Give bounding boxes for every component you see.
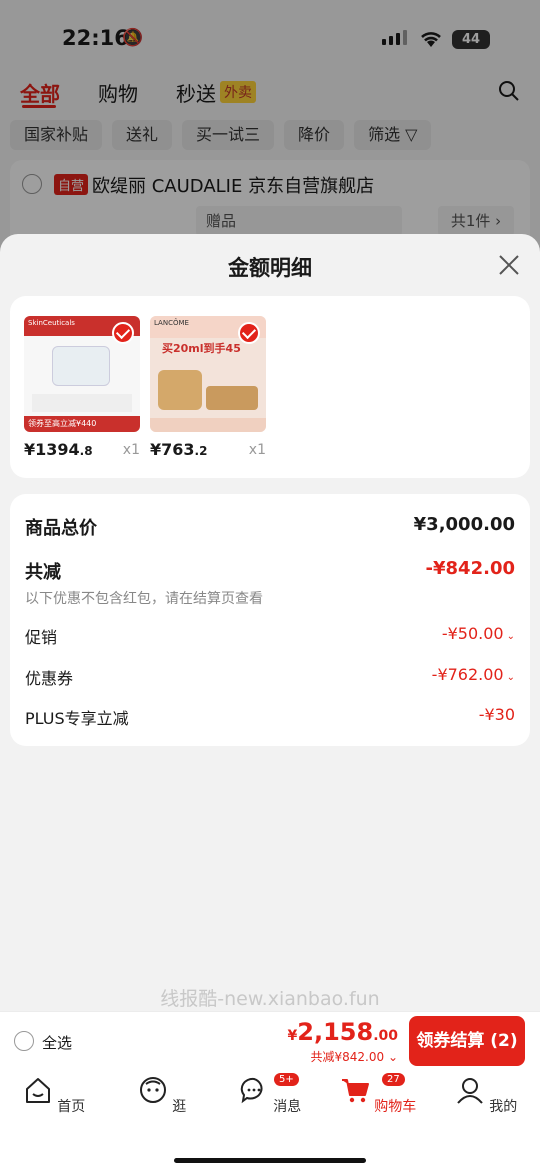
product-price: ¥1394.8 [24,440,93,459]
tab-profile[interactable]: 我的 [446,1075,526,1116]
coupon-value: -¥762.00 ⌄ [432,665,515,684]
tab-browse[interactable]: 逛 [122,1075,202,1116]
checkout-button[interactable]: 领券结算 (2) [409,1016,525,1066]
watermark: 线报酷-new.xianbao.fun [160,988,380,1010]
saved-amount[interactable]: 共减¥842.00 ⌄ [310,1048,398,1065]
total-label: 商品总价 [25,518,97,539]
cart-icon [341,1079,369,1103]
promotion-label: 促销 [25,628,58,647]
chevron-down-icon: ⌄ [506,631,515,642]
reduce-label: 共减 [25,562,61,583]
product-image: SkinCeuticals 领券至高立减¥440 [24,316,140,432]
checkout-bar: 全选 ¥2,158.00 共减¥842.00 ⌄ 领券结算 (2) [0,1011,540,1069]
checkout-amount: ¥2,158.00 [288,1018,398,1046]
reduce-value: -¥842.00 [425,558,515,579]
promotion-amount: -¥50.00 [441,624,504,643]
price-summary: 商品总价 ¥3,000.00 共减 -¥842.00 以下优惠不包含红包，请在结… [10,494,530,746]
close-icon[interactable] [498,254,520,276]
product-list: SkinCeuticals 领券至高立减¥440 ¥1394.8 x1 LANC… [10,296,530,478]
home-icon [25,1078,50,1103]
chevron-down-icon: ⌄ [506,672,515,683]
product-item[interactable]: SkinCeuticals 领券至高立减¥440 ¥1394.8 x1 [24,316,140,459]
discount-note: 以下优惠不包含红包，请在结算页查看 [25,591,263,607]
plus-label: PLUS专享立减 [25,709,129,728]
amount-dec: .00 [373,1028,398,1044]
tab-messages-label: 消息 [273,1099,302,1115]
saved-text: 共减¥842.00 [310,1050,385,1064]
tab-profile-label: 我的 [489,1099,518,1115]
tab-home[interactable]: 首页 [14,1075,94,1116]
message-icon [240,1077,263,1104]
product-price-dec: .8 [79,444,93,458]
tab-browse-label: 逛 [172,1099,187,1115]
product-price: ¥763.2 [150,440,207,459]
select-all-radio[interactable] [14,1031,34,1051]
coupon-label: 优惠券 [25,669,74,688]
product-item[interactable]: LANCÔME 买20ml到手45 ¥763.2 x1 [150,316,266,459]
product-qty: x1 [248,442,266,458]
tab-cart[interactable]: 27 购物车 [338,1073,418,1116]
message-badge: 5+ [274,1073,299,1086]
product-price-dec: .2 [194,444,208,458]
cart-badge: 27 [382,1073,405,1086]
product-price-int: ¥763 [150,440,195,459]
total-value: ¥3,000.00 [413,514,515,535]
coupon-amount: -¥762.00 [431,665,504,684]
select-all-label[interactable]: 全选 [42,1032,72,1053]
dim-overlay[interactable] [0,0,540,260]
product-qty: x1 [122,442,140,458]
selected-check-icon [238,322,260,344]
amount-int: 2,158 [297,1018,374,1046]
bottom-tab-bar: 首页 逛 5+ 消息 27 购物车 我的 [0,1069,540,1173]
plus-value: -¥30 [478,705,515,724]
product-price-int: ¥1394 [24,440,80,459]
profile-icon [457,1078,483,1104]
tab-messages[interactable]: 5+ 消息 [230,1073,310,1116]
sheet-title: 金额明细 [228,256,312,280]
promotion-value: -¥50.00 ⌄ [442,624,515,643]
tab-home-label: 首页 [57,1099,86,1115]
selected-check-icon [112,322,134,344]
product-image: LANCÔME 买20ml到手45 [150,316,266,432]
background-page: 22:16 🔕 44 全部 购物 秒送 外卖 国家补贴 送礼 买一试三 降价 筛… [0,0,540,260]
face-icon [139,1077,166,1103]
home-indicator [174,1158,366,1163]
chevron-down-icon: ⌄ [387,1050,398,1064]
product-promo: 领券至高立减¥440 [24,416,140,432]
product-promo: 买20ml到手45 [162,342,241,355]
tab-cart-label: 购物车 [374,1099,417,1115]
currency-symbol: ¥ [287,1028,298,1044]
